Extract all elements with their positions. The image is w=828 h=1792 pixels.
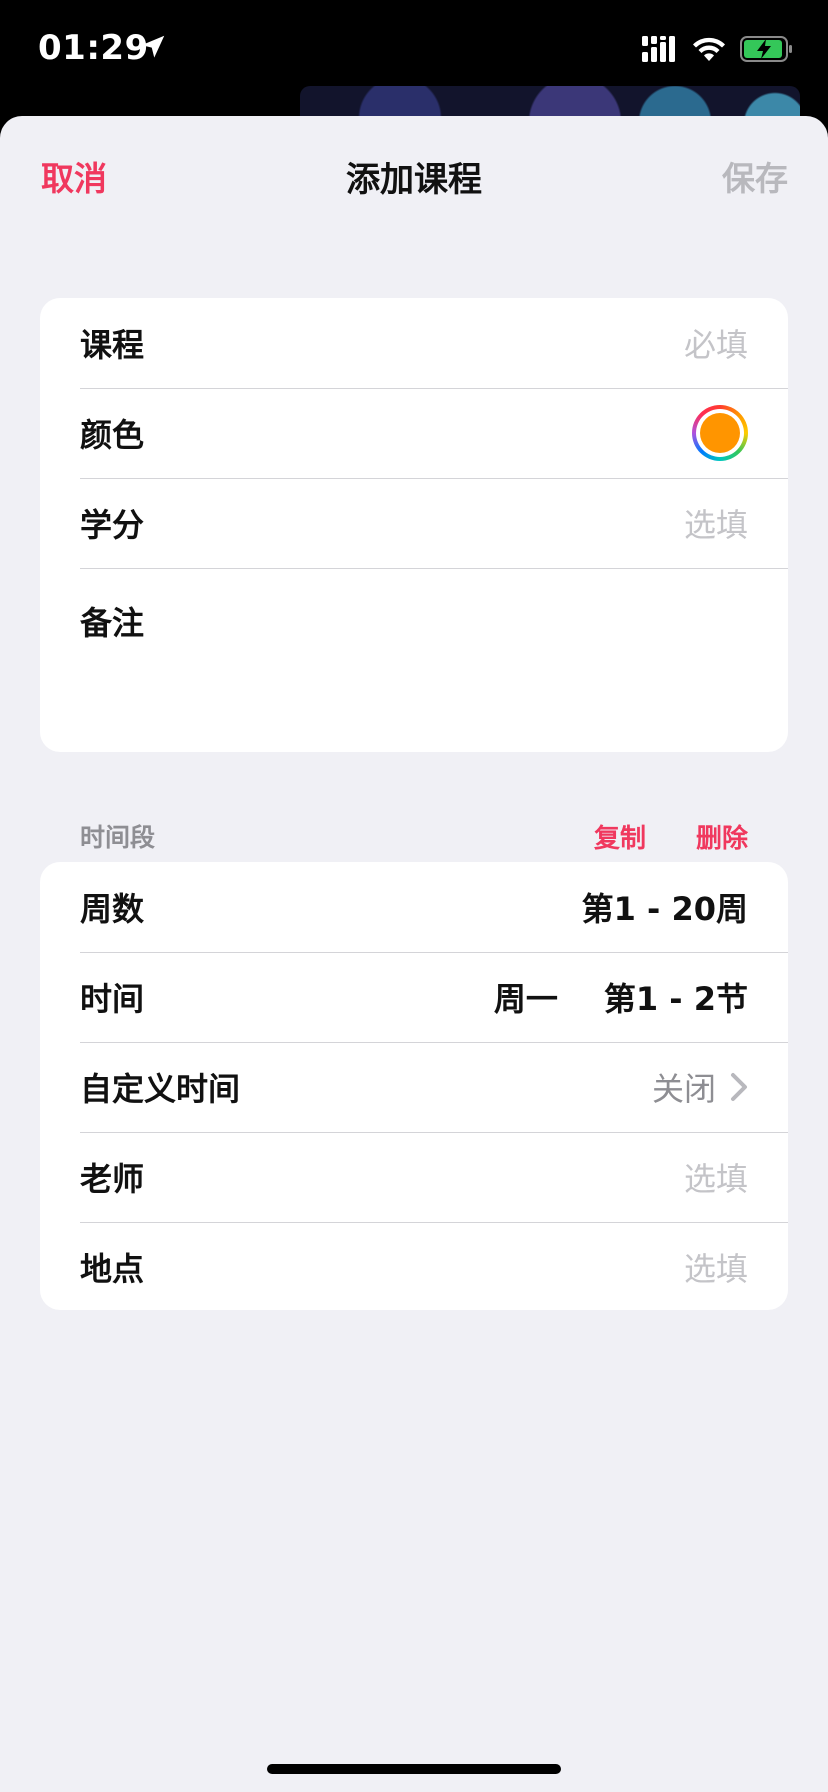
chevron-right-icon	[731, 1073, 747, 1101]
status-time: 01:29	[38, 28, 149, 68]
time-slot-card: 周数 第1 - 20周 时间 周一 第1 - 2节 自定义时间 关闭 老师 选填…	[40, 862, 788, 1310]
location-label: 地点	[80, 1250, 145, 1288]
color-picker-button[interactable]	[692, 405, 748, 461]
teacher-row[interactable]: 老师 选填	[40, 1132, 788, 1222]
course-input[interactable]: 必填	[684, 320, 748, 366]
color-swatch-ring	[696, 409, 744, 457]
credits-row[interactable]: 学分 选填	[40, 478, 788, 568]
location-input[interactable]: 选填	[684, 1244, 748, 1290]
credits-label: 学分	[80, 506, 145, 544]
notes-label: 备注	[80, 604, 145, 642]
credits-input[interactable]: 选填	[684, 500, 748, 546]
course-info-card: 课程 必填 颜色 学分 选填 备注	[40, 298, 788, 752]
weeks-label: 周数	[80, 890, 145, 928]
course-row[interactable]: 课程 必填	[40, 298, 788, 388]
custom-time-value: 关闭	[651, 1070, 716, 1108]
add-course-sheet: 取消 添加课程 保存 课程 必填 颜色 学分 选填 备注 时间段 复制 删除 周…	[0, 116, 828, 1792]
copy-button[interactable]: 复制	[594, 818, 646, 855]
home-indicator	[267, 1764, 561, 1774]
custom-time-row[interactable]: 自定义时间 关闭	[40, 1042, 788, 1132]
time-day-value: 周一	[493, 980, 558, 1018]
cellular-signal-icon	[642, 36, 675, 62]
teacher-input[interactable]: 选填	[684, 1154, 748, 1200]
save-button[interactable]: 保存	[722, 152, 788, 200]
weeks-row[interactable]: 周数 第1 - 20周	[40, 862, 788, 952]
custom-time-label: 自定义时间	[80, 1070, 241, 1108]
course-label: 课程	[80, 326, 145, 364]
status-bar: 01:29	[0, 0, 828, 96]
nav-bar: 取消 添加课程 保存	[0, 116, 828, 226]
time-section-actions: 复制 删除	[594, 818, 748, 855]
time-label: 时间	[80, 980, 145, 1018]
time-values: 周一 第1 - 2节	[494, 974, 748, 1020]
page-title: 添加课程	[346, 160, 482, 200]
battery-charging-icon	[740, 36, 792, 62]
color-row[interactable]: 颜色	[40, 388, 788, 478]
selected-color-dot	[700, 413, 740, 453]
weeks-value: 第1 - 20周	[581, 890, 748, 928]
color-label: 颜色	[80, 416, 145, 454]
time-section-header: 时间段 复制 删除	[40, 816, 788, 856]
delete-button[interactable]: 删除	[696, 818, 748, 855]
time-period-value: 第1 - 2节	[603, 980, 748, 1018]
teacher-label: 老师	[80, 1160, 145, 1198]
time-row[interactable]: 时间 周一 第1 - 2节	[40, 952, 788, 1042]
status-icons	[642, 34, 794, 64]
wifi-icon	[693, 37, 725, 61]
time-section-title: 时间段	[80, 823, 156, 852]
location-row[interactable]: 地点 选填	[40, 1222, 788, 1310]
location-arrow-icon	[141, 35, 165, 58]
notes-row[interactable]: 备注	[40, 568, 788, 752]
